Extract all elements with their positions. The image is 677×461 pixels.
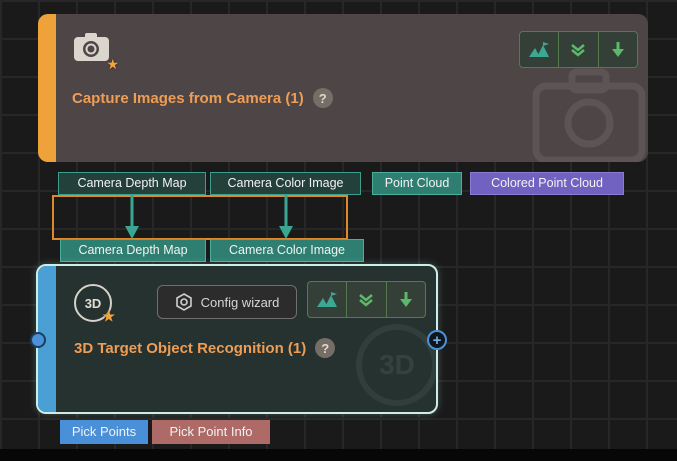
double-chevron-down-icon[interactable] [559,32,597,67]
node-title: 3D Target Object Recognition (1) [74,340,306,357]
bottom-bar [0,449,677,461]
camera-icon: ★ [72,30,114,68]
connection-line-depth[interactable] [123,194,141,240]
node-3d-target-object-recognition[interactable]: 3D 3D ★ Config wizard [36,264,438,414]
output-port-point-cloud[interactable]: Point Cloud [372,172,462,195]
output-port-camera-color-image[interactable]: Camera Color Image [210,172,361,195]
connection-line-color[interactable] [277,194,295,240]
connection-handle[interactable] [30,332,46,348]
download-arrow-icon[interactable] [387,282,425,317]
node-title: Capture Images from Camera (1) [72,90,304,107]
config-wizard-button[interactable]: Config wizard [157,285,297,319]
3d-watermark-icon: 3D [356,324,438,406]
config-wizard-label: Config wizard [201,295,280,310]
node-toolbar [307,281,426,318]
landscape-icon[interactable] [308,282,346,317]
output-port-pick-points[interactable]: Pick Points [60,420,148,444]
help-badge[interactable]: ? [313,88,333,108]
node-capture-images[interactable]: ★ [38,14,648,162]
star-badge-icon: ★ [106,57,119,71]
hexagon-camera-icon [175,293,193,311]
help-badge[interactable]: ? [315,338,335,358]
output-port-camera-depth-map[interactable]: Camera Depth Map [58,172,206,195]
output-port-pick-point-info[interactable]: Pick Point Info [152,420,270,444]
camera-watermark-icon [530,64,648,162]
selection-rectangle [52,195,348,240]
input-port-camera-depth-map[interactable]: Camera Depth Map [60,239,206,262]
node-graph-canvas[interactable]: ★ [0,0,677,461]
double-chevron-down-icon[interactable] [347,282,385,317]
star-badge-icon: ★ [102,309,115,323]
input-port-camera-color-image[interactable]: Camera Color Image [210,239,364,262]
output-port-colored-point-cloud[interactable]: Colored Point Cloud [470,172,624,195]
3d-recognition-icon: 3D ★ [74,284,112,322]
add-step-button[interactable]: + [427,330,447,350]
node-accent-bar [38,14,56,162]
download-arrow-icon[interactable] [599,32,637,67]
node-toolbar [519,31,638,68]
landscape-icon[interactable] [520,32,558,67]
